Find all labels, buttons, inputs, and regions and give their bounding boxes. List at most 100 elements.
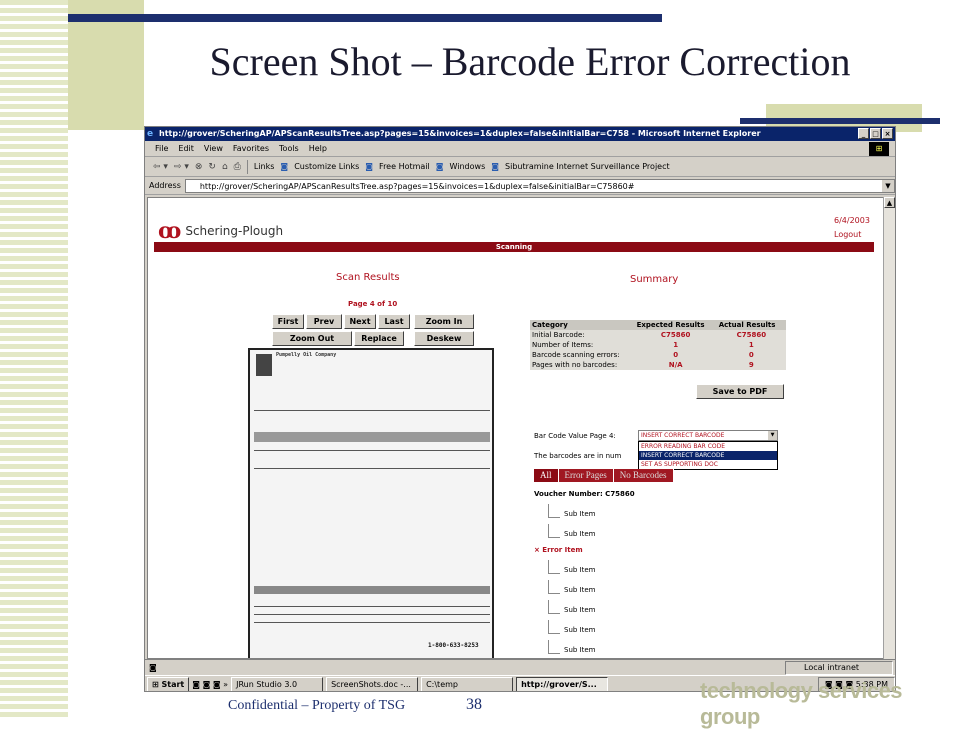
forward-icon[interactable]: ⇨ ▾: [174, 157, 189, 177]
chevron-down-icon[interactable]: ▼: [768, 431, 777, 440]
menu-view[interactable]: View: [204, 141, 223, 156]
invoice-header-band: [254, 432, 490, 442]
address-dropdown-icon[interactable]: ▼: [882, 179, 894, 192]
menu-edit[interactable]: Edit: [178, 141, 194, 156]
slide-right-rule: [740, 118, 940, 124]
menu-tools[interactable]: Tools: [279, 141, 299, 156]
barcode-value-select[interactable]: INSERT CORRECT BARCODE ▼: [638, 430, 778, 441]
browser-titlebar: e http://grover/ScheringAP/APScanResults…: [145, 127, 895, 141]
link-page-icon: ◙: [280, 161, 289, 171]
tree-item-label: Sub Item: [564, 510, 596, 518]
tree-branch: [548, 580, 560, 594]
security-zone: Local intranet: [785, 661, 893, 675]
summary-header-category: Category: [530, 320, 635, 330]
invoice-rule: [254, 468, 490, 469]
minimize-icon[interactable]: _: [858, 128, 869, 139]
invoice-phone: 1-800-633-8253: [428, 642, 479, 649]
vertical-scrollbar[interactable]: ▲: [883, 197, 895, 659]
tree-item[interactable]: Sub Item: [534, 504, 595, 518]
invoice-logo: [256, 354, 272, 376]
link-sibutramine[interactable]: Sibutramine Internet Surveillance Projec…: [505, 157, 670, 177]
toolbar: ⇦ ▾ ⇨ ▾ ⊗ ↻ ⌂ ⎙ Links ◙ Customize Links …: [145, 157, 895, 177]
tree-item-label: Sub Item: [564, 530, 596, 538]
link-customize[interactable]: Customize Links: [294, 157, 359, 177]
tree-branch: [548, 524, 560, 538]
tab-all[interactable]: All: [534, 469, 559, 482]
toolbar-separator: [246, 159, 248, 174]
window-title: http://grover/ScheringAP/APScanResultsTr…: [159, 129, 761, 138]
prev-button[interactable]: Prev: [306, 314, 342, 329]
summary-cell: C75860: [634, 330, 717, 340]
link-windows[interactable]: Windows: [450, 157, 486, 177]
back-icon[interactable]: ⇦ ▾: [153, 157, 168, 177]
last-button[interactable]: Last: [378, 314, 410, 329]
maximize-icon[interactable]: □: [870, 128, 881, 139]
first-button[interactable]: First: [272, 314, 304, 329]
tree-branch: [548, 560, 560, 574]
barcode-option[interactable]: INSERT CORRECT BARCODE: [639, 451, 777, 460]
barcode-option[interactable]: SET AS SUPPORTING DOC: [639, 460, 777, 469]
zoom-out-button[interactable]: Zoom Out: [272, 331, 352, 346]
home-icon[interactable]: ⌂: [222, 157, 228, 177]
footer-confidential: Confidential – Property of TSG: [228, 698, 406, 713]
tree-item[interactable]: Sub Item: [534, 524, 595, 538]
tree-item-label: Sub Item: [564, 606, 596, 614]
voucher-node[interactable]: Voucher Number: C75860: [534, 490, 635, 498]
deskew-button[interactable]: Deskew: [414, 331, 474, 346]
tree-item[interactable]: Sub Item: [534, 580, 595, 594]
summary-cell: 1: [716, 340, 786, 350]
next-button[interactable]: Next: [344, 314, 376, 329]
address-url: http://grover/ScheringAP/APScanResultsTr…: [199, 181, 635, 191]
page-indicator: Page 4 of 10: [348, 300, 398, 308]
tree-branch: [548, 620, 560, 634]
slide-top-rule: [68, 14, 662, 22]
save-to-pdf-button[interactable]: Save to PDF: [696, 384, 784, 399]
task-screenshots-doc[interactable]: ScreenShots.doc -...: [326, 677, 419, 691]
summary-header-actual: Actual Results: [716, 320, 786, 330]
invoice-rule: [254, 450, 490, 451]
invoice-footer-band: [254, 586, 490, 594]
tab-no-barcodes[interactable]: No Barcodes: [613, 469, 674, 482]
start-button[interactable]: ⊞ Start: [147, 677, 190, 691]
scroll-up-icon[interactable]: ▲: [884, 197, 895, 208]
zoom-in-button[interactable]: Zoom In: [414, 314, 474, 329]
logout-link[interactable]: Logout: [834, 230, 861, 239]
table-row: Initial Barcode: C75860 C75860: [530, 330, 786, 340]
menu-file[interactable]: File: [155, 141, 168, 156]
tree-item[interactable]: Sub Item: [534, 600, 595, 614]
summary-table: Category Expected Results Actual Results…: [530, 320, 786, 370]
page-content: ꝏ Schering-Plough 6/4/2003 Logout Scanni…: [147, 197, 885, 659]
window-controls: _ □ ×: [858, 128, 893, 139]
print-icon[interactable]: ⎙: [234, 157, 241, 177]
refresh-icon[interactable]: ↻: [208, 157, 216, 177]
summary-cell: 0: [716, 350, 786, 360]
result-tabs: All Error Pages No Barcodes: [534, 469, 674, 482]
tab-error-pages[interactable]: Error Pages: [558, 469, 614, 482]
task-temp-folder[interactable]: C:\temp: [421, 677, 514, 691]
barcode-option[interactable]: ERROR READING BAR CODE: [639, 442, 777, 451]
tree-item[interactable]: Sub Item: [534, 640, 595, 654]
status-bar: ◙ Local intranet: [145, 659, 895, 675]
slide-page-number: 38: [466, 696, 482, 713]
barcode-value-label: Bar Code Value Page 4:: [534, 432, 616, 440]
table-row: Pages with no barcodes: N/A 9: [530, 360, 786, 370]
address-input[interactable]: http://grover/ScheringAP/APScanResultsTr…: [184, 178, 895, 193]
menu-help[interactable]: Help: [309, 141, 327, 156]
close-icon[interactable]: ×: [882, 128, 893, 139]
quick-launch-icons[interactable]: ◙ ◙ ◙ »: [192, 680, 228, 689]
error-item[interactable]: × Error Item: [534, 546, 583, 554]
status-page-icon: ◙: [149, 663, 157, 672]
menu-favorites[interactable]: Favorites: [233, 141, 269, 156]
footer-brand: technology services group: [700, 678, 903, 729]
link-hotmail[interactable]: Free Hotmail: [379, 157, 430, 177]
task-jrun[interactable]: JRun Studio 3.0: [231, 677, 324, 691]
summary-cell: Barcode scanning errors:: [530, 350, 635, 360]
tree-item-label: Sub Item: [564, 586, 596, 594]
tree-item-label: Sub Item: [564, 566, 596, 574]
task-browser[interactable]: http://grover/S...: [516, 677, 609, 691]
stop-icon[interactable]: ⊗: [195, 157, 203, 177]
replace-button[interactable]: Replace: [354, 331, 404, 346]
tree-item[interactable]: Sub Item: [534, 560, 595, 574]
summary-cell: 1: [634, 340, 717, 350]
tree-item[interactable]: Sub Item: [534, 620, 595, 634]
